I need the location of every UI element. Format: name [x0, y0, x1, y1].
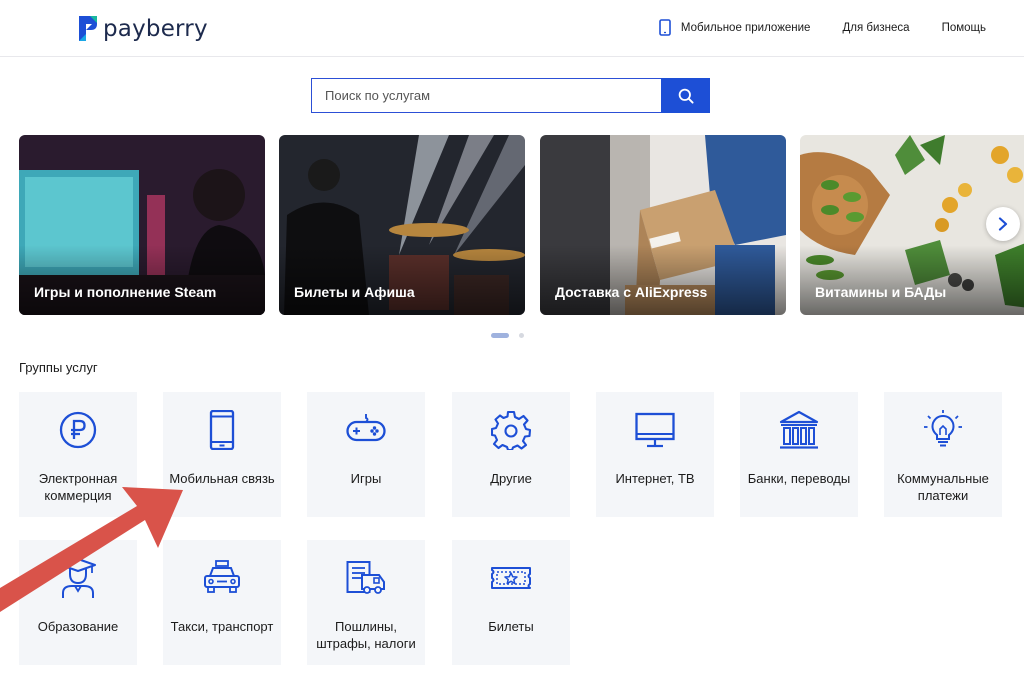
- group-tile-tickets[interactable]: Билеты: [452, 540, 570, 665]
- document-truck-icon: [346, 561, 385, 594]
- nav-business-label: Для бизнеса: [842, 21, 910, 34]
- gear-icon: [491, 410, 531, 450]
- banner-shade: [540, 245, 786, 315]
- banner-shade: [800, 245, 1024, 315]
- nav-mobile-app-link[interactable]: Мобильное приложение: [659, 19, 811, 36]
- nav-help-link[interactable]: Помощь: [942, 22, 986, 34]
- group-tile-games[interactable]: Игры: [307, 392, 425, 517]
- group-tile-mobile[interactable]: Мобильная связь: [163, 392, 281, 517]
- nav-help-label: Помощь: [941, 21, 986, 34]
- banner-shade: [279, 245, 525, 315]
- group-tile-label: Пошлины, штрафы, налоги: [316, 619, 416, 651]
- group-tile-label: Другие: [490, 471, 532, 486]
- carousel-dot-1[interactable]: [491, 333, 509, 338]
- promo-carousel: Игры и пополнение Steam Билеты и Афиша Д…: [19, 135, 1024, 315]
- brand-name: payberry: [103, 15, 208, 42]
- carousel-pagination: [491, 333, 524, 338]
- group-tile-label: Такси, транспорт: [170, 619, 274, 634]
- nav-business-link[interactable]: Для бизнеса: [842, 22, 909, 34]
- group-tile-label: Игры: [350, 471, 382, 486]
- banner-label: Игры и пополнение Steam: [34, 284, 217, 300]
- banner-shade: [19, 245, 265, 315]
- chevron-right-icon: [998, 217, 1008, 231]
- group-tile-label: Коммунальные платежи: [897, 471, 989, 503]
- carousel-dot-2[interactable]: [519, 333, 524, 338]
- taxi-icon: [204, 560, 240, 593]
- group-tile-ecommerce[interactable]: Электронная коммерция: [19, 392, 137, 517]
- group-tile-other[interactable]: Другие: [452, 392, 570, 517]
- phone-icon: [659, 19, 671, 36]
- payberry-logo-icon: [79, 16, 97, 41]
- smartphone-icon: [209, 410, 235, 450]
- group-tile-label: Образование: [37, 619, 119, 634]
- search-button[interactable]: [661, 78, 710, 113]
- group-tile-fees-fines[interactable]: Пошлины, штрафы, налоги: [307, 540, 425, 665]
- group-tile-label: Мобильная связь: [169, 471, 275, 486]
- banner-aliexpress[interactable]: Доставка с AliExpress: [540, 135, 786, 315]
- ruble-icon: [59, 411, 97, 449]
- group-tile-taxi[interactable]: Такси, транспорт: [163, 540, 281, 665]
- payberry-logo[interactable]: payberry: [76, 15, 208, 42]
- ticket-icon: [491, 567, 531, 589]
- header: payberry Мобильное приложение Для бизнес…: [0, 0, 1024, 57]
- banner-tickets[interactable]: Билеты и Афиша: [279, 135, 525, 315]
- group-tile-banks[interactable]: Банки, переводы: [740, 392, 858, 517]
- group-tile-internet-tv[interactable]: Интернет, ТВ: [596, 392, 714, 517]
- banner-steam[interactable]: Игры и пополнение Steam: [19, 135, 265, 315]
- banner-label: Доставка с AliExpress: [555, 284, 708, 300]
- banner-label: Билеты и Афиша: [294, 284, 415, 300]
- graduate-icon: [60, 558, 96, 598]
- group-tile-label: Банки, переводы: [747, 471, 851, 486]
- bank-icon: [779, 410, 819, 449]
- nav-mobile-app-label: Мобильное приложение: [680, 21, 811, 34]
- monitor-icon: [635, 412, 675, 448]
- lightbulb-icon: [924, 410, 962, 447]
- search-icon: [678, 88, 694, 104]
- carousel-next-button[interactable]: [986, 207, 1020, 241]
- banner-label: Витамины и БАДы: [815, 284, 947, 300]
- section-title: Группы услуг: [19, 360, 98, 375]
- search-bar: [311, 78, 710, 113]
- group-tile-utilities[interactable]: Коммунальные платежи: [884, 392, 1002, 517]
- gamepad-icon: [346, 414, 386, 442]
- search-input[interactable]: [311, 78, 661, 113]
- group-tile-label: Интернет, ТВ: [615, 471, 695, 486]
- top-nav: Мобильное приложение Для бизнеса Помощь: [627, 19, 986, 36]
- group-tile-label: Билеты: [488, 619, 534, 634]
- group-tile-label: Электронная коммерция: [38, 471, 118, 503]
- group-tile-education[interactable]: Образование: [19, 540, 137, 665]
